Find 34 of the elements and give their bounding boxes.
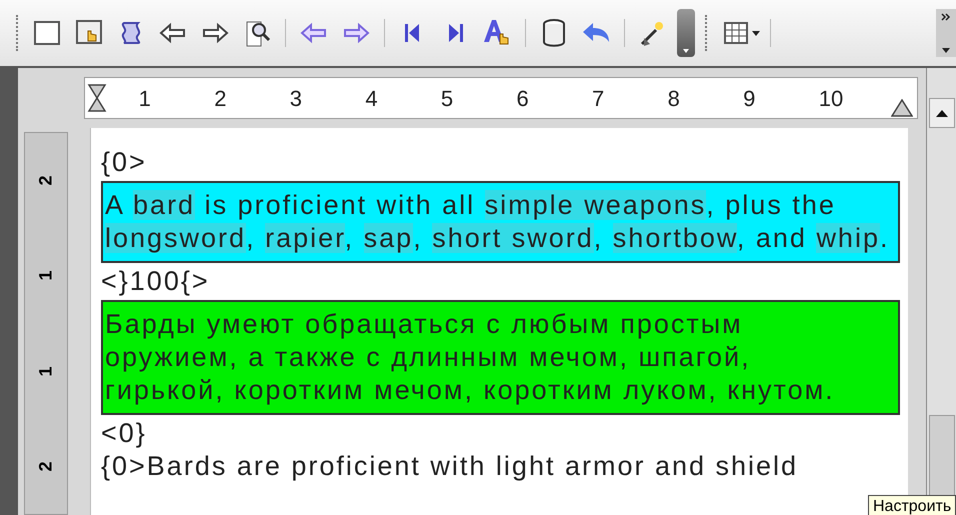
ruler-number: 4 [365, 84, 378, 112]
up-arrow-icon [936, 110, 948, 116]
ruler-number: 1 [138, 84, 151, 112]
markup-text: {0> [101, 146, 148, 179]
scroll-up-button[interactable] [928, 98, 954, 128]
indent-marker-icon[interactable] [891, 99, 913, 117]
caret-icon [683, 49, 689, 53]
ruler-number: 3 [290, 84, 302, 112]
ruler-number: 10 [818, 84, 844, 112]
tooltip: Настроить [868, 495, 956, 515]
segment-line: Барды умеют обращаться с любым простым [105, 308, 744, 341]
ruler-number: 7 [592, 84, 604, 112]
ruler-number: 5 [440, 84, 454, 112]
segment-line: A bard is proficient with all simple weapons, plus the [105, 189, 837, 222]
overflow-button[interactable] [936, 9, 956, 57]
caret-icon [942, 48, 950, 53]
markup-text: <}100{> [101, 265, 211, 298]
ruler-number: 1 [34, 366, 56, 376]
ruler-number: 8 [668, 84, 680, 112]
ruler-number: 9 [743, 84, 756, 112]
ruler-number: 2 [34, 461, 56, 472]
ruler-number: 2 [34, 176, 56, 186]
scroll-handle[interactable] [677, 9, 695, 57]
caret-icon[interactable] [752, 30, 760, 36]
markup-text: {0>Bards are proficient with light armor and shield [101, 450, 800, 483]
markup-text: <0} [101, 417, 148, 450]
ruler-number: 2 [214, 84, 226, 112]
chevron-icon [941, 13, 951, 21]
segment-line: оружием, а также с длинным мечом, шпагой, [105, 341, 752, 374]
segment-line: longsword, rapier, sap, short sword, shortbow, and whip. [105, 222, 890, 255]
ruler-number: 1 [34, 270, 56, 281]
ruler-number: 6 [516, 84, 529, 112]
indent-marker-icon[interactable] [87, 83, 107, 113]
segment-line: гирькой, коротким мечом, коротким луком, кнутом. [105, 374, 836, 407]
